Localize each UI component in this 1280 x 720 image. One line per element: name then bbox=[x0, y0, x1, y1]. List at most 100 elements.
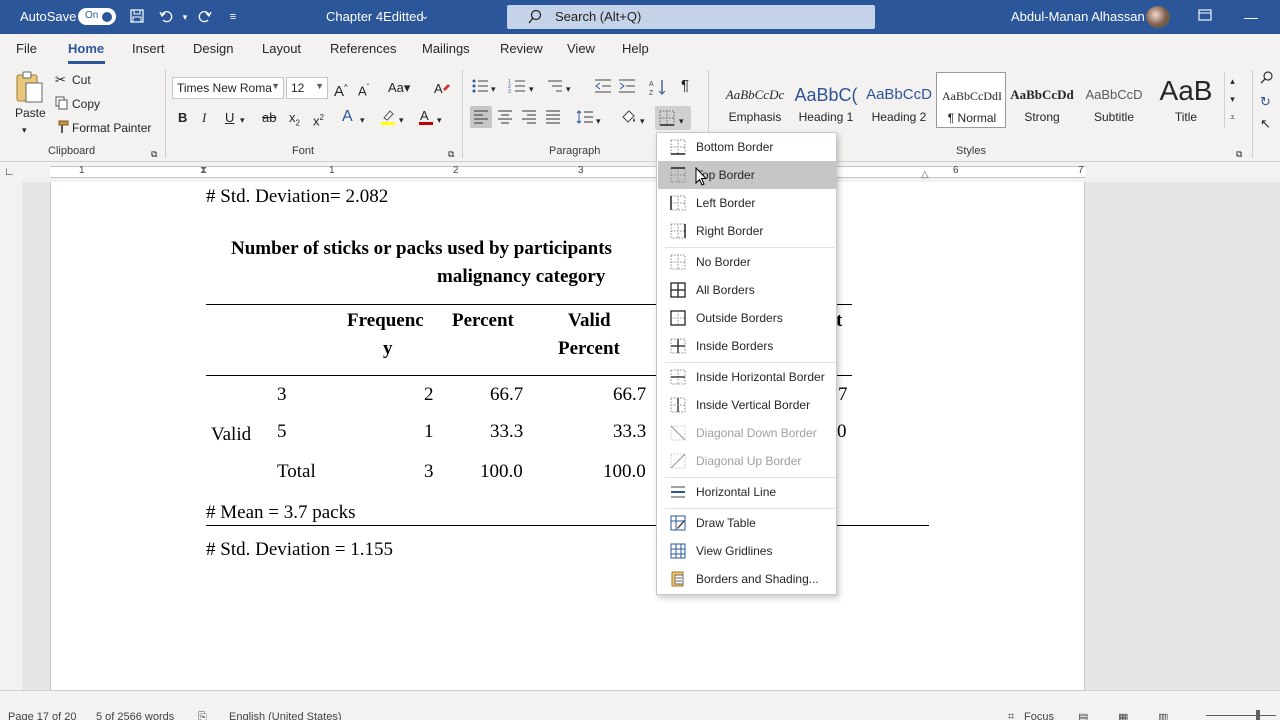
strikethrough-icon[interactable]: ab bbox=[262, 110, 276, 126]
undo-icon[interactable] bbox=[157, 8, 175, 26]
menu-item-horizontal-line[interactable]: Horizontal Line bbox=[658, 478, 836, 506]
highlight-icon[interactable] bbox=[380, 108, 396, 130]
autosave-toggle[interactable]: On bbox=[78, 8, 116, 25]
read-mode-icon[interactable]: ▤ bbox=[1078, 711, 1088, 720]
ribbon-display-options-icon[interactable] bbox=[1196, 8, 1214, 26]
style-heading-2[interactable]: AaBbCcD Heading 2 bbox=[864, 72, 934, 128]
clipboard-launcher-icon[interactable]: ⧉ bbox=[151, 146, 157, 162]
style-normal[interactable]: AaBbCcDdI ¶ Normal bbox=[936, 72, 1006, 128]
style-subtitle[interactable]: AaBbCcD Subtitle bbox=[1079, 72, 1149, 128]
menu-item-all-borders[interactable]: All Borders bbox=[658, 276, 836, 304]
right-indent-marker-icon[interactable]: △ bbox=[921, 167, 929, 183]
format-painter-label[interactable]: Format Painter bbox=[72, 121, 151, 135]
shading-dropdown-icon[interactable]: ▾ bbox=[640, 113, 645, 129]
indent-marker-icon[interactable]: ⧗ bbox=[200, 163, 207, 179]
copy-label[interactable]: Copy bbox=[72, 97, 100, 111]
tab-file[interactable]: File bbox=[16, 41, 37, 56]
bold-icon[interactable]: B bbox=[178, 110, 187, 126]
style-title[interactable]: AaB Title bbox=[1151, 72, 1221, 128]
menu-item-view-gridlines[interactable]: View Gridlines bbox=[658, 537, 836, 565]
show-formatting-marks-icon[interactable]: ¶ bbox=[681, 78, 689, 94]
cut-icon[interactable]: ✂ bbox=[55, 72, 66, 88]
search-box[interactable]: Search (Alt+Q) bbox=[507, 5, 875, 29]
borders-dropdown-icon[interactable]: ▾ bbox=[679, 113, 684, 129]
select-icon[interactable]: ↖ bbox=[1260, 116, 1271, 132]
menu-item-right-border[interactable]: Right Border bbox=[658, 217, 836, 245]
style-heading-1[interactable]: AaBbC( Heading 1 bbox=[791, 72, 861, 128]
menu-item-bottom-border[interactable]: Bottom Border bbox=[658, 133, 836, 161]
print-layout-icon[interactable]: ▦ bbox=[1118, 711, 1128, 720]
tab-design[interactable]: Design bbox=[193, 41, 233, 56]
doc-text-std-deviation-2[interactable]: # Std. Deviation = 1.155 bbox=[206, 539, 393, 561]
undo-dropdown-icon[interactable]: ▾ bbox=[176, 8, 194, 26]
highlight-dropdown-icon[interactable]: ▾ bbox=[399, 112, 404, 128]
paste-dropdown-icon[interactable]: ▾ bbox=[22, 122, 27, 138]
cut-label[interactable]: Cut bbox=[72, 73, 91, 87]
user-name[interactable]: Abdul-Manan Alhassan bbox=[1011, 9, 1145, 24]
table-title-line-2[interactable]: malignancy category bbox=[437, 266, 605, 288]
shrink-font-icon[interactable]: Aˇ bbox=[358, 80, 369, 99]
save-icon[interactable] bbox=[128, 8, 146, 26]
tab-review[interactable]: Review bbox=[500, 41, 543, 56]
menu-item-top-border[interactable]: Top Border bbox=[658, 161, 836, 189]
align-right-icon[interactable] bbox=[521, 110, 537, 128]
line-spacing-icon[interactable] bbox=[576, 110, 594, 128]
focus-mode-icon[interactable]: ⌗ bbox=[1008, 711, 1014, 720]
change-case-icon[interactable]: Aa▾ bbox=[388, 80, 410, 96]
line-spacing-dropdown-icon[interactable]: ▾ bbox=[596, 113, 601, 129]
focus-mode-label[interactable]: Focus bbox=[1024, 711, 1054, 720]
tab-references[interactable]: References bbox=[330, 41, 396, 56]
format-painter-icon[interactable] bbox=[55, 120, 69, 138]
font-launcher-icon[interactable]: ⧉ bbox=[448, 146, 454, 162]
title-chevron-down-icon[interactable]: ⌄ bbox=[416, 8, 434, 26]
page-count[interactable]: Page 17 of 20 bbox=[8, 711, 77, 720]
underline-dropdown-icon[interactable]: ▾ bbox=[240, 112, 245, 128]
increase-indent-icon[interactable] bbox=[618, 78, 636, 98]
borders-icon[interactable] bbox=[659, 110, 675, 130]
web-layout-icon[interactable]: ▥ bbox=[1158, 711, 1168, 720]
redo-icon[interactable] bbox=[196, 8, 214, 26]
font-size-combo[interactable]: 12 ▼ bbox=[286, 77, 328, 99]
replace-icon[interactable]: ↻ bbox=[1260, 94, 1271, 110]
numbering-dropdown-icon[interactable]: ▾ bbox=[529, 81, 534, 97]
multilevel-dropdown-icon[interactable]: ▾ bbox=[566, 81, 571, 97]
font-name-combo[interactable]: Times New Roma ▼ bbox=[172, 77, 284, 99]
table-title-line-1[interactable]: Number of sticks or packs used by partic… bbox=[231, 238, 612, 260]
menu-item-outside-borders[interactable]: Outside Borders bbox=[658, 304, 836, 332]
italic-icon[interactable]: I bbox=[202, 110, 206, 126]
zoom-slider[interactable] bbox=[1206, 715, 1276, 716]
menu-item-inside-horizontal-border[interactable]: Inside Horizontal Border bbox=[658, 363, 836, 391]
menu-item-left-border[interactable]: Left Border bbox=[658, 189, 836, 217]
shading-icon[interactable] bbox=[620, 109, 638, 129]
menu-item-inside-borders[interactable]: Inside Borders bbox=[658, 332, 836, 360]
tab-view[interactable]: View bbox=[567, 41, 595, 56]
document-title[interactable]: Chapter 4Editted bbox=[326, 9, 424, 24]
bullets-dropdown-icon[interactable]: ▾ bbox=[491, 81, 496, 97]
subscript-icon[interactable]: x2 bbox=[289, 110, 300, 132]
word-count[interactable]: 5 of 2566 words bbox=[96, 711, 174, 720]
proofing-icon[interactable]: ⎘ bbox=[198, 711, 207, 720]
font-color-icon[interactable]: A bbox=[418, 108, 434, 130]
tab-help[interactable]: Help bbox=[622, 41, 649, 56]
grow-font-icon[interactable]: A^ bbox=[334, 80, 348, 100]
vertical-ruler[interactable] bbox=[0, 182, 22, 690]
align-left-icon[interactable] bbox=[473, 110, 489, 128]
zoom-slider-thumb[interactable] bbox=[1256, 710, 1260, 720]
numbering-icon[interactable]: 123 bbox=[508, 78, 526, 98]
doc-text-mean[interactable]: # Mean = 3.7 packs bbox=[206, 502, 356, 524]
tab-selector-icon[interactable]: ∟ bbox=[4, 164, 15, 180]
tab-mailings[interactable]: Mailings bbox=[422, 41, 470, 56]
style-strong[interactable]: AaBbCcDd Strong bbox=[1007, 72, 1077, 128]
sort-icon[interactable]: AZ bbox=[649, 78, 667, 100]
styles-launcher-icon[interactable]: ⧉ bbox=[1236, 146, 1242, 162]
style-emphasis[interactable]: AaBbCcDc Emphasis bbox=[720, 72, 790, 128]
align-center-icon[interactable] bbox=[497, 110, 513, 128]
underline-icon[interactable]: U bbox=[225, 110, 234, 126]
copy-icon[interactable] bbox=[55, 96, 69, 114]
menu-item-borders-and-shading[interactable]: Borders and Shading... bbox=[658, 565, 836, 593]
clear-formatting-icon[interactable]: A bbox=[433, 80, 451, 100]
menu-item-no-border[interactable]: No Border bbox=[658, 248, 836, 276]
doc-text-std-deviation-1[interactable]: # Std. Deviation= 2.082 bbox=[206, 186, 388, 208]
menu-item-inside-vertical-border[interactable]: Inside Vertical Border bbox=[658, 391, 836, 419]
paste-label[interactable]: Paste bbox=[15, 106, 46, 120]
